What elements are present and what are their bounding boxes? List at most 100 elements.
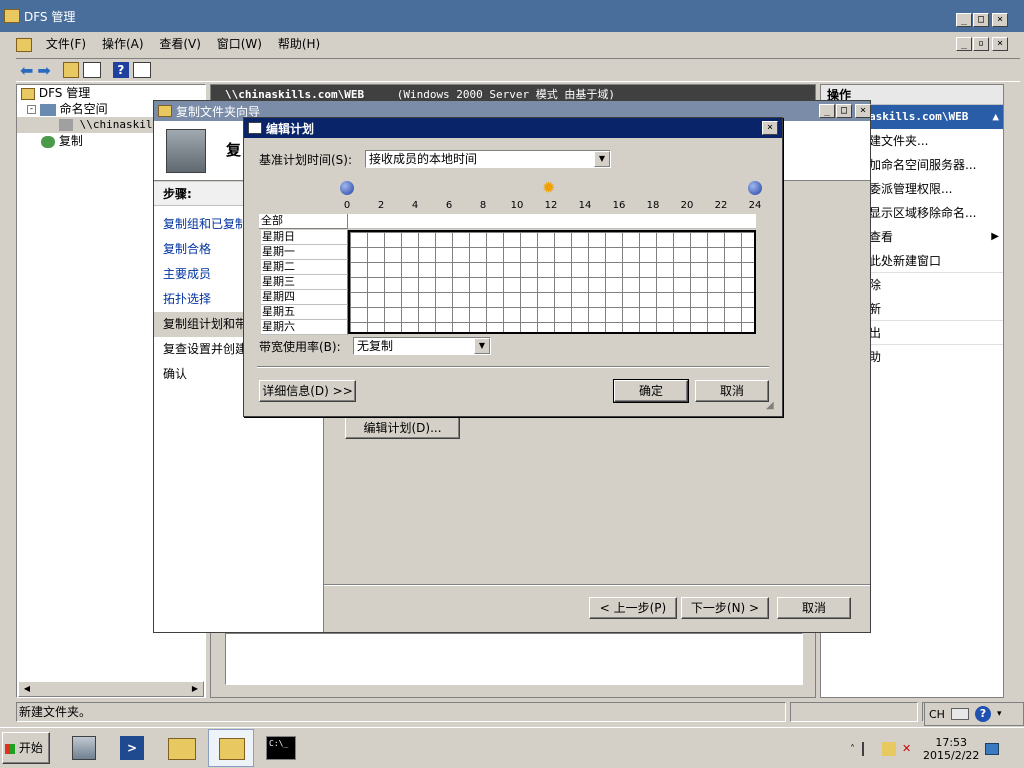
menu-action[interactable]: 操作(A) — [96, 34, 150, 54]
day-tuesday[interactable]: 星期二 — [261, 260, 348, 275]
wizard-cancel-button[interactable]: 取消 — [777, 597, 851, 619]
language-bar: CH ? ▾ — [924, 702, 1024, 726]
dfs-app-icon — [4, 9, 20, 23]
cmd-task[interactable]: C:\_ — [258, 730, 304, 766]
child-restore-button[interactable]: ▫ — [973, 37, 989, 51]
day-wednesday[interactable]: 星期三 — [261, 275, 348, 290]
details-button[interactable]: 详细信息(D) >> — [259, 380, 356, 402]
menu-app-icon — [16, 37, 32, 52]
back-icon[interactable]: ⬅ — [20, 61, 33, 80]
dropdown-arrow-icon[interactable]: ▼ — [594, 151, 610, 167]
up-folder-icon[interactable] — [62, 62, 79, 78]
show-desktop-icon[interactable] — [985, 743, 1000, 755]
base-time-select[interactable]: 接收成员的本地时间 ▼ — [365, 150, 611, 168]
hour-14: 14 — [578, 200, 592, 211]
all-button[interactable]: 全部 — [259, 214, 348, 229]
bandwidth-dropdown-arrow-icon[interactable]: ▼ — [474, 338, 490, 354]
help-circle-icon[interactable]: ? — [974, 706, 991, 722]
hour-4: 4 — [411, 200, 419, 211]
sun-icon: ✹ — [542, 178, 556, 197]
dfs-task-icon — [219, 738, 245, 760]
main-title-bar[interactable]: DFS 管理 — [0, 0, 1024, 32]
clock-date: 2015/2/22 — [923, 749, 980, 762]
schedule-cancel-button[interactable]: 取消 — [695, 380, 769, 402]
day-monday[interactable]: 星期一 — [261, 245, 348, 260]
main-title: DFS 管理 — [24, 9, 76, 24]
wizard-footer-line — [324, 584, 870, 586]
moon-icon-start — [340, 181, 354, 195]
toolbar: ⬅ ➡ ? — [16, 58, 1020, 82]
schedule-close-button[interactable]: × — [762, 121, 778, 135]
menu-help[interactable]: 帮助(H) — [272, 34, 326, 54]
clock[interactable]: 17:53 2015/2/22 — [923, 736, 979, 762]
wizard-close-button[interactable]: × — [855, 104, 871, 118]
schedule-divider — [257, 366, 769, 368]
main-window-controls: _ □ × — [956, 13, 1008, 27]
share-icon — [59, 119, 73, 131]
collapse-up-icon[interactable]: ▲ — [992, 105, 999, 129]
day-saturday[interactable]: 星期六 — [261, 320, 348, 335]
lang-indicator[interactable]: CH — [929, 708, 945, 721]
resize-grip-icon[interactable]: ◢ — [766, 400, 774, 411]
submenu-arrow-icon: ▶ — [991, 231, 999, 242]
keyboard-icon[interactable] — [950, 708, 969, 720]
menu-file[interactable]: 文件(F) — [40, 34, 92, 54]
menu-window[interactable]: 窗口(W) — [211, 34, 268, 54]
flag-icon[interactable] — [862, 742, 876, 756]
schedule-title: 编辑计划 — [266, 121, 315, 136]
volume-muted-icon[interactable]: ✕ — [902, 742, 916, 756]
action-pane-icon[interactable] — [132, 62, 151, 78]
next-button[interactable]: 下一步(N) > — [681, 597, 769, 619]
hour-10: 10 — [510, 200, 524, 211]
folder-icon — [168, 738, 196, 760]
wizard-minimize-button[interactable]: _ — [819, 104, 835, 118]
schedule-grid[interactable] — [348, 230, 756, 334]
help-icon[interactable]: ? — [112, 62, 129, 78]
maximize-button[interactable]: □ — [973, 13, 989, 27]
schedule-title-bar[interactable]: 编辑计划 — [244, 118, 782, 138]
hour-24: 24 — [748, 200, 762, 211]
scroll-left-icon[interactable]: ◀ — [19, 682, 35, 696]
base-time-label: 基准计划时间(S): — [259, 153, 353, 167]
dfs-management-task[interactable] — [208, 729, 254, 767]
hour-header-strip[interactable] — [348, 214, 756, 229]
center-list[interactable] — [225, 633, 803, 685]
wizard-maximize-button[interactable]: □ — [836, 104, 852, 118]
prev-button[interactable]: < 上一步(P) — [589, 597, 677, 619]
cmd-icon: C:\_ — [266, 736, 296, 760]
bandwidth-select[interactable]: 无复制 ▼ — [353, 337, 491, 355]
hour-22: 22 — [714, 200, 728, 211]
powershell-task[interactable]: > — [110, 730, 154, 766]
menu-view[interactable]: 查看(V) — [153, 34, 207, 54]
edit-schedule-button[interactable]: 编辑计划(D)... — [345, 417, 460, 439]
bandwidth-label: 带宽使用率(B): — [259, 340, 341, 354]
explorer-task[interactable] — [160, 730, 204, 766]
ok-button[interactable]: 确定 — [613, 379, 689, 403]
server-manager-icon — [72, 736, 96, 760]
status-bar: 新建文件夹。 — [16, 702, 1020, 724]
collapse-icon[interactable]: - — [27, 105, 36, 114]
scroll-right-icon[interactable]: ▶ — [187, 682, 203, 696]
tree-root[interactable]: DFS 管理 — [17, 85, 205, 101]
hour-0: 0 — [343, 200, 351, 211]
clock-time: 17:53 — [935, 736, 968, 749]
wizard-header-text: 复 — [226, 141, 242, 159]
lang-bar-options-icon[interactable]: ▾ — [997, 709, 1002, 719]
server-manager-task[interactable] — [62, 730, 106, 766]
child-close-button[interactable]: × — [992, 37, 1008, 51]
close-button[interactable]: × — [992, 13, 1008, 27]
day-friday[interactable]: 星期五 — [261, 305, 348, 320]
base-time-value: 接收成员的本地时间 — [369, 152, 478, 166]
child-window-controls: _ ▫ × — [956, 37, 1008, 51]
start-button[interactable]: 开始 — [2, 732, 50, 764]
show-hide-tree-icon[interactable] — [82, 62, 101, 78]
network-icon[interactable] — [882, 742, 896, 756]
forward-icon[interactable]: ➡ — [37, 61, 50, 80]
hour-8: 8 — [479, 200, 487, 211]
show-hidden-icons[interactable]: ˄ — [850, 744, 855, 755]
day-sunday[interactable]: 星期日 — [261, 230, 348, 245]
tree-hscrollbar[interactable]: ◀ ▶ — [18, 681, 204, 697]
day-thursday[interactable]: 星期四 — [261, 290, 348, 305]
minimize-button[interactable]: _ — [956, 13, 972, 27]
child-minimize-button[interactable]: _ — [956, 37, 972, 51]
